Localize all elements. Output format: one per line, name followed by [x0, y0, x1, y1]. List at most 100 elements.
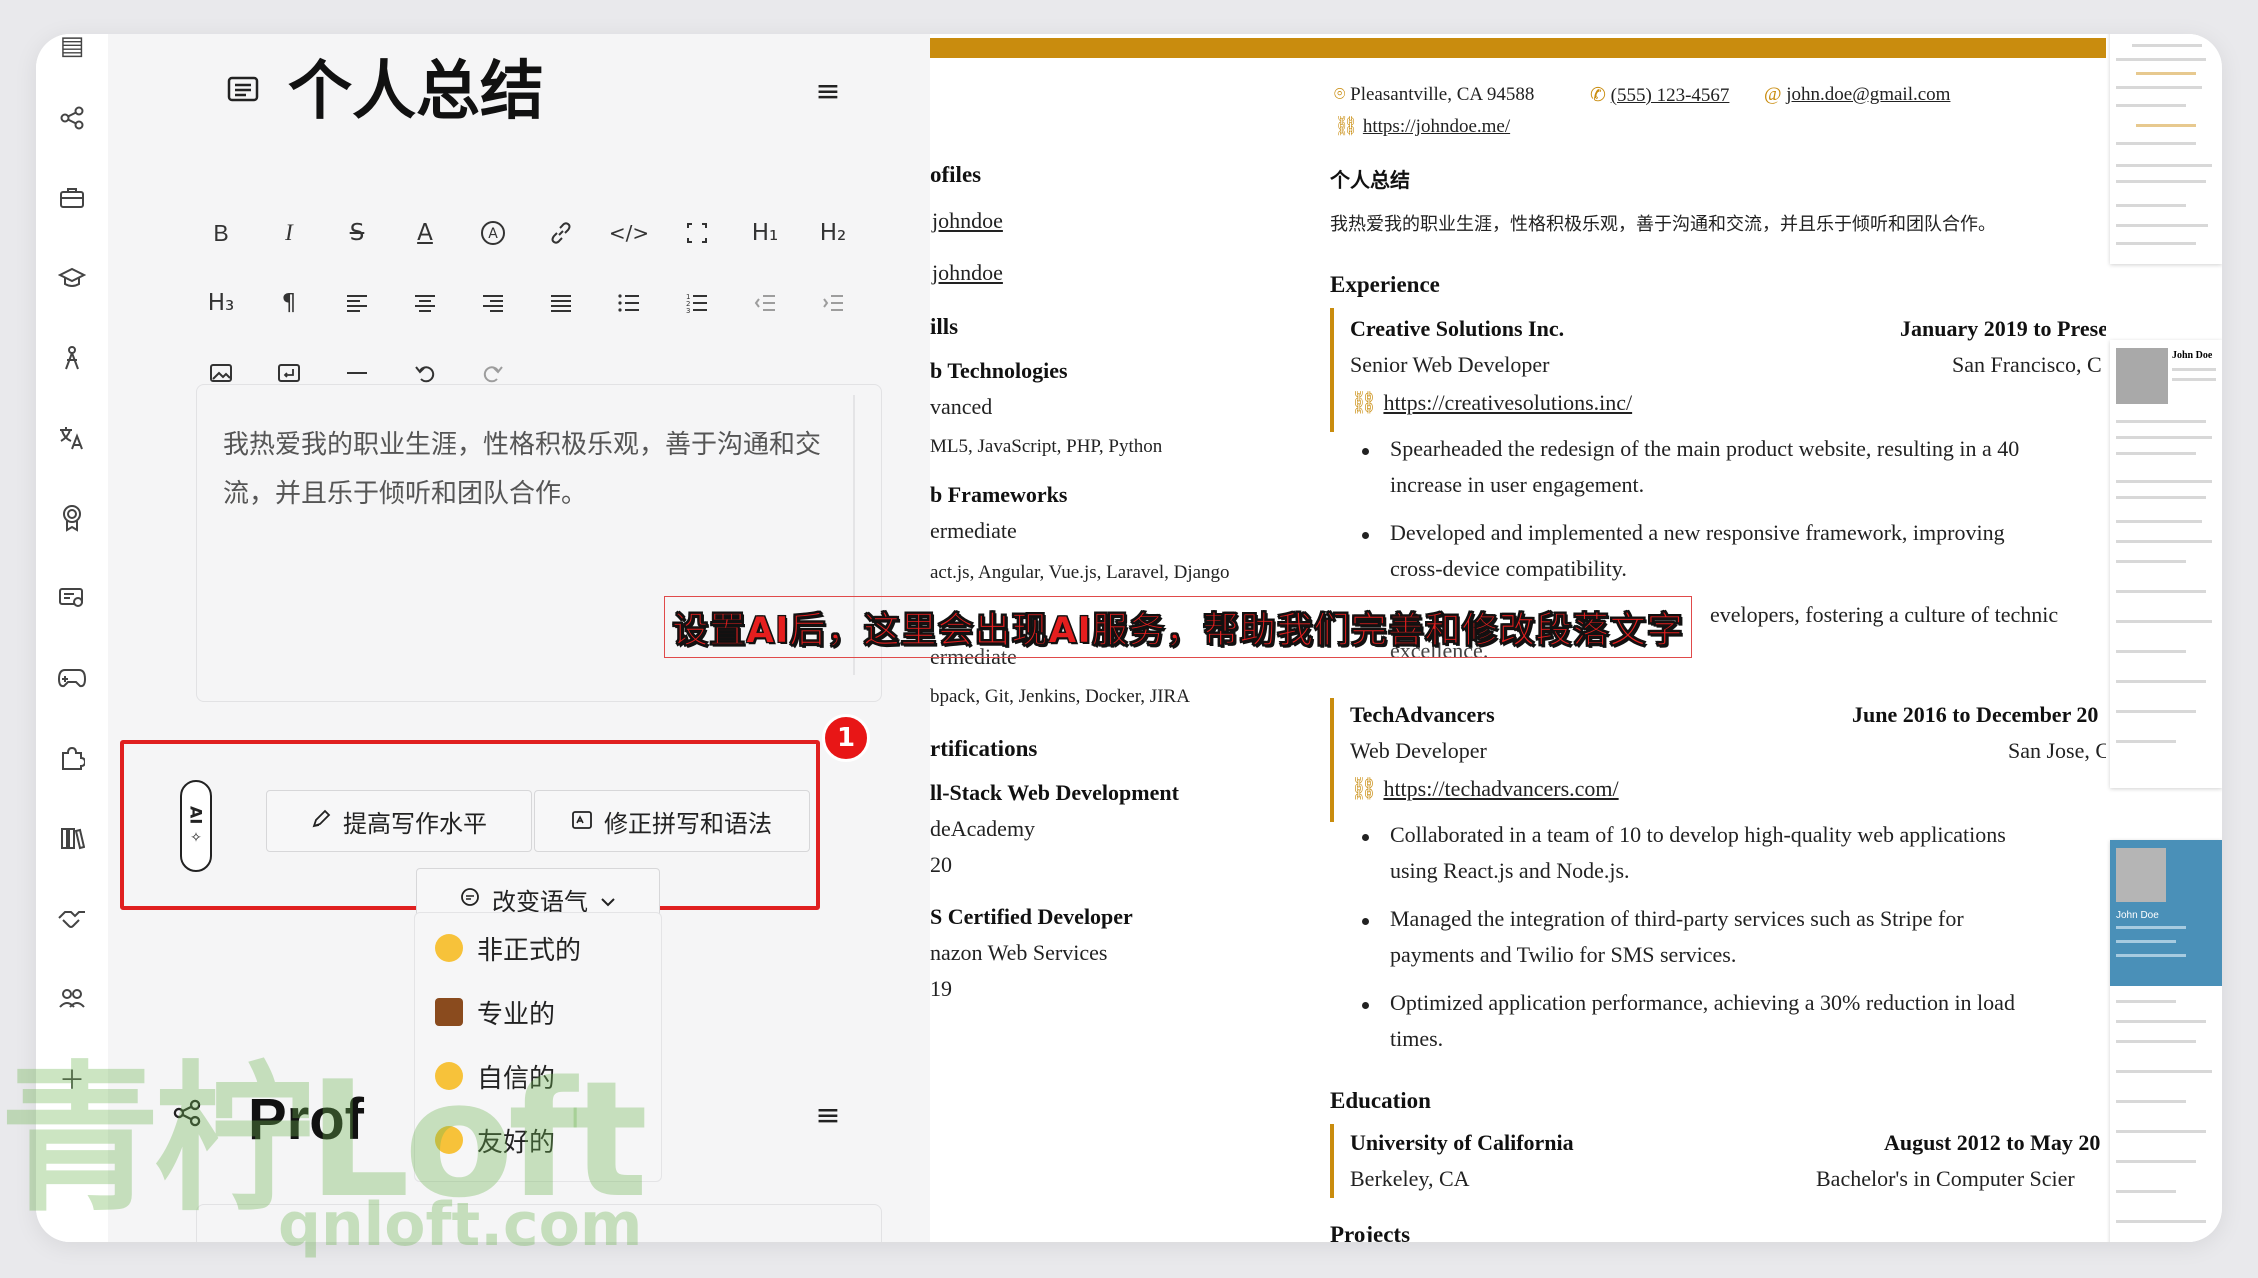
school-name: University of California: [1350, 1130, 1574, 1155]
certification-name: ll-Stack Web Development: [930, 780, 1179, 805]
chevron-down-icon: [600, 885, 616, 913]
align-left-icon[interactable]: [332, 278, 382, 328]
share-icon[interactable]: [50, 96, 94, 140]
profiles-share-icon: [172, 1098, 202, 1132]
handshake-icon[interactable]: [50, 896, 94, 940]
skill-keywords: bpack, Git, Jenkins, Docker, JIRA: [930, 686, 1190, 707]
job-bullet-line: Optimized application performance, achie…: [1390, 990, 2015, 1015]
paragraph-button[interactable]: ¶: [264, 278, 314, 328]
ordered-list-icon[interactable]: 123: [672, 278, 722, 328]
heading-3-button[interactable]: H₃: [196, 278, 246, 328]
profiles-list: [196, 1204, 882, 1242]
summary-body: 我热爱我的职业生涯，性格积极乐观，善于沟通和交流，并且乐于倾听和团队合作。: [1330, 214, 1996, 235]
sunglasses-emoji-icon: [435, 1062, 463, 1090]
map-pin-icon: ⌾: [1334, 84, 1346, 105]
puzzle-icon[interactable]: [50, 736, 94, 780]
certificate-icon[interactable]: [50, 576, 94, 620]
code-block-icon[interactable]: [672, 208, 722, 258]
briefcase-icon[interactable]: [50, 176, 94, 220]
improve-writing-button[interactable]: 提高写作水平: [266, 790, 532, 852]
caption-text: 设置AI后，这里会出现AI服务，帮助我们完善和修改段落文字: [672, 610, 1684, 652]
link-icon: ⛓: [1350, 390, 1378, 415]
template-thumbnail[interactable]: John Doe: [2110, 340, 2222, 788]
indent-icon[interactable]: [808, 278, 858, 328]
profile-link[interactable]: johndoe: [932, 208, 1003, 234]
job-bullet-line: evelopers, fostering a culture of techni…: [1710, 602, 2059, 627]
website-row: ⛓ https://johndoe.me/: [1334, 114, 1510, 138]
skills-heading: ills: [930, 314, 959, 339]
tone-option-confident[interactable]: 自信的: [435, 1051, 555, 1101]
template-thumbnail[interactable]: [2110, 34, 2222, 264]
fix-grammar-label: 修正拼写和语法: [604, 809, 772, 838]
email-text[interactable]: john.doe@gmail.com: [1786, 84, 1950, 105]
link-icon[interactable]: [536, 208, 586, 258]
template-thumbnail[interactable]: John Doe: [2110, 840, 2222, 1242]
degree: Bachelor's in Computer Scier: [1816, 1166, 2075, 1191]
summary-icon[interactable]: ▤: [50, 34, 94, 68]
bullet-dot: [1362, 532, 1369, 539]
text-color-button[interactable]: A: [400, 208, 450, 258]
job-title: Senior Web Developer: [1350, 352, 1550, 377]
summary-heading: 个人总结: [1330, 168, 1410, 192]
resume-accent-bar: [930, 38, 2106, 58]
translate-icon[interactable]: [50, 416, 94, 460]
spellcheck-icon: [572, 807, 592, 835]
gamepad-icon[interactable]: [50, 656, 94, 700]
phone-text[interactable]: (555) 123-4567: [1611, 85, 1730, 106]
job-url[interactable]: https://techadvancers.com/: [1383, 776, 1618, 801]
avatar: [2116, 348, 2168, 404]
heading-2-button[interactable]: H₂: [808, 208, 858, 258]
graduation-cap-icon[interactable]: [50, 256, 94, 300]
outdent-icon[interactable]: [740, 278, 790, 328]
align-center-icon[interactable]: [400, 278, 450, 328]
award-icon[interactable]: [50, 496, 94, 540]
add-section-icon[interactable]: ＋: [50, 1056, 94, 1100]
skills-icon[interactable]: [50, 336, 94, 380]
bullet-list-icon[interactable]: [604, 278, 654, 328]
summary-menu-button[interactable]: ≡: [808, 72, 848, 112]
school-location: Berkeley, CA: [1350, 1166, 1470, 1191]
svg-text:A: A: [488, 226, 498, 242]
profile-link[interactable]: johndoe: [932, 260, 1003, 286]
highlight-button[interactable]: A: [468, 208, 518, 258]
align-justify-icon[interactable]: [536, 278, 586, 328]
job-bullet-line: Managed the integration of third-party s…: [1390, 906, 1964, 931]
ai-toggle[interactable]: AI ✧: [180, 780, 212, 872]
tone-dropdown: 非正式的 专业的 自信的 友好的: [414, 912, 662, 1182]
users-icon[interactable]: [50, 976, 94, 1020]
job-company: Creative Solutions Inc.: [1350, 316, 1565, 341]
tone-option-friendly[interactable]: 友好的: [435, 1115, 555, 1165]
italic-button[interactable]: I: [264, 208, 314, 258]
job-title: Web Developer: [1350, 738, 1487, 763]
tone-option-label: 专业的: [477, 999, 556, 1030]
tone-option-professional[interactable]: 专业的: [435, 987, 555, 1037]
code-icon[interactable]: </>: [604, 208, 654, 258]
bullet-dot: [1362, 834, 1369, 841]
profiles-title: Prof: [248, 1087, 364, 1152]
step-badge: 1: [822, 714, 870, 762]
svg-text:3: 3: [686, 307, 690, 313]
at-icon: @: [1764, 84, 1782, 105]
tone-option-label: 友好的: [477, 1127, 556, 1158]
briefcase-emoji-icon: [435, 998, 463, 1026]
bullet-dot: [1362, 448, 1369, 455]
books-icon[interactable]: [50, 816, 94, 860]
profiles-menu-button[interactable]: ≡: [808, 1096, 848, 1136]
summary-title: 个人总结: [288, 55, 544, 129]
summary-section-icon: [226, 74, 260, 108]
job-location: San Jose, C: [2008, 738, 2106, 763]
education-accent: [1330, 1124, 1334, 1198]
fix-grammar-button[interactable]: 修正拼写和语法: [534, 790, 810, 852]
heading-1-button[interactable]: H₁: [740, 208, 790, 258]
bold-button[interactable]: B: [196, 208, 246, 258]
job-url[interactable]: https://creativesolutions.inc/: [1383, 390, 1632, 415]
job-accent: [1330, 698, 1334, 822]
job-bullet-line: times.: [1390, 1026, 1444, 1051]
projects-heading: Projects: [1330, 1222, 1411, 1242]
align-right-icon[interactable]: [468, 278, 518, 328]
job-url-row: ⛓ https://creativesolutions.inc/: [1350, 390, 1632, 416]
website-text[interactable]: https://johndoe.me/: [1363, 116, 1510, 137]
strikethrough-button[interactable]: S: [332, 208, 382, 258]
tone-option-informal[interactable]: 非正式的: [435, 923, 581, 973]
skill-level: vanced: [930, 394, 993, 419]
